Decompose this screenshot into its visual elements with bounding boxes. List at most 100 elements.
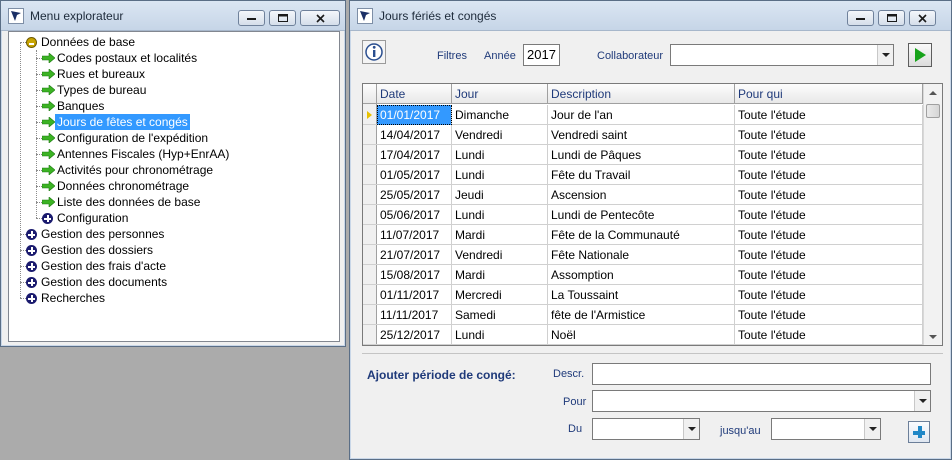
table-cell[interactable]: 01/05/2017 xyxy=(377,165,452,185)
year-input[interactable]: 2017 xyxy=(523,44,560,66)
table-cell[interactable]: Vendredi xyxy=(452,245,548,265)
table-cell[interactable]: Lundi de Pentecôte xyxy=(548,205,735,225)
chevron-down-icon[interactable] xyxy=(683,419,699,439)
tree-item[interactable]: Rues et bureaux xyxy=(9,66,339,82)
tree-item[interactable]: Antennes Fiscales (Hyp+EnrAA) xyxy=(9,146,339,162)
table-cell[interactable]: Jeudi xyxy=(452,185,548,205)
table-cell[interactable]: 21/07/2017 xyxy=(377,245,452,265)
table-cell[interactable]: Vendredi saint xyxy=(548,125,735,145)
table-cell[interactable]: Toute l'étude xyxy=(735,185,923,205)
table-row[interactable]: 14/04/2017 Vendredi Vendredi saint Toute l'… xyxy=(363,125,923,145)
tree-item-label[interactable]: Antennes Fiscales (Hyp+EnrAA) xyxy=(55,146,231,162)
table-cell[interactable]: Toute l'étude xyxy=(735,205,923,225)
table-row[interactable]: 25/05/2017 Jeudi Ascension Toute l'étude xyxy=(363,185,923,205)
expand-icon[interactable] xyxy=(26,245,37,256)
table-cell[interactable]: Fête du Travail xyxy=(548,165,735,185)
tree-item[interactable]: Activités pour chronométrage xyxy=(9,162,339,178)
tree-item-label[interactable]: Gestion des dossiers xyxy=(39,242,155,258)
tree-item[interactable]: Gestion des dossiers xyxy=(9,242,339,258)
tree-item[interactable]: Types de bureau xyxy=(9,82,339,98)
close-button[interactable] xyxy=(300,10,340,26)
tree-item[interactable]: Données de base xyxy=(9,34,339,50)
table-row[interactable]: 11/11/2017 Samedi fête de l'Armistice Toute… xyxy=(363,305,923,325)
table-cell[interactable]: Toute l'étude xyxy=(735,165,923,185)
table-row[interactable]: 25/12/2017 Lundi Noël Toute l'étude xyxy=(363,325,923,345)
add-period-button[interactable] xyxy=(908,421,930,443)
expand-icon[interactable] xyxy=(26,293,37,304)
tree-item[interactable]: Banques xyxy=(9,98,339,114)
collaborator-select[interactable] xyxy=(670,44,894,66)
table-row[interactable]: 15/08/2017 Mardi Assomption Toute l'étude xyxy=(363,265,923,285)
table-row[interactable]: 17/04/2017 Lundi Lundi de Pâques Toute l'ét… xyxy=(363,145,923,165)
table-cell[interactable]: Assomption xyxy=(548,265,735,285)
column-header-description[interactable]: Description xyxy=(548,84,735,104)
collapse-icon[interactable] xyxy=(26,37,37,48)
pour-select[interactable] xyxy=(592,390,931,412)
chevron-down-icon[interactable] xyxy=(864,419,880,439)
expand-icon[interactable] xyxy=(26,261,37,272)
tree-item[interactable]: Jours de fêtes et congés xyxy=(9,114,339,130)
table-cell[interactable]: 15/08/2017 xyxy=(377,265,452,285)
table-cell[interactable]: Vendredi xyxy=(452,125,548,145)
table-row[interactable]: 11/07/2017 Mardi Fête de la Communauté Tout… xyxy=(363,225,923,245)
tree-item-label[interactable]: Liste des données de base xyxy=(55,194,202,210)
minimize-button[interactable] xyxy=(238,10,265,26)
restore-button[interactable] xyxy=(878,10,905,26)
table-cell[interactable]: 11/07/2017 xyxy=(377,225,452,245)
table-cell[interactable]: 11/11/2017 xyxy=(377,305,452,325)
table-cell[interactable]: 05/06/2017 xyxy=(377,205,452,225)
tree-item[interactable]: Données chronométrage xyxy=(9,178,339,194)
tree-item[interactable]: Recherches xyxy=(9,290,339,306)
expand-icon[interactable] xyxy=(42,213,53,224)
table-cell[interactable]: Fête Nationale xyxy=(548,245,735,265)
tree-item-label[interactable]: Données chronométrage xyxy=(55,178,191,194)
scroll-thumb[interactable] xyxy=(926,104,940,118)
info-button[interactable] xyxy=(362,40,386,64)
tree-item[interactable]: Gestion des personnes xyxy=(9,226,339,242)
table-cell[interactable]: 25/12/2017 xyxy=(377,325,452,345)
table-cell[interactable]: Toute l'étude xyxy=(735,125,923,145)
column-header-date[interactable]: Date xyxy=(377,84,452,104)
tree-item-label[interactable]: Recherches xyxy=(39,290,107,306)
tree-item-label[interactable]: Configuration de l'expédition xyxy=(55,130,210,146)
descr-input[interactable] xyxy=(592,363,931,385)
chevron-down-icon[interactable] xyxy=(877,45,893,65)
tree-item-label[interactable]: Données de base xyxy=(39,34,137,50)
close-button[interactable] xyxy=(909,10,936,26)
tree-item-label[interactable]: Codes postaux et localités xyxy=(55,50,199,66)
table-row[interactable]: 01/11/2017 Mercredi La Toussaint Toute l'ét… xyxy=(363,285,923,305)
table-cell[interactable]: Lundi de Pâques xyxy=(548,145,735,165)
restore-button[interactable] xyxy=(269,10,296,26)
table-cell[interactable]: Mardi xyxy=(452,225,548,245)
table-cell[interactable]: Toute l'étude xyxy=(735,265,923,285)
table-row[interactable]: 05/06/2017 Lundi Lundi de Pentecôte Toute l… xyxy=(363,205,923,225)
tree-item-label[interactable]: Banques xyxy=(55,98,106,114)
table-cell[interactable]: fête de l'Armistice xyxy=(548,305,735,325)
table-cell[interactable]: Toute l'étude xyxy=(735,245,923,265)
table-cell[interactable]: Noël xyxy=(548,325,735,345)
tree-item-label[interactable]: Gestion des personnes xyxy=(39,226,166,242)
tree-item-label[interactable]: Types de bureau xyxy=(55,82,148,98)
tree-item[interactable]: Codes postaux et localités xyxy=(9,50,339,66)
table-cell[interactable]: 01/01/2017 xyxy=(377,105,452,125)
table-cell[interactable]: Lundi xyxy=(452,165,548,185)
table-cell[interactable]: Lundi xyxy=(452,145,548,165)
table-cell[interactable]: 14/04/2017 xyxy=(377,125,452,145)
tree-item-label[interactable]: Rues et bureaux xyxy=(55,66,147,82)
tree-item-label[interactable]: Jours de fêtes et congés xyxy=(55,114,190,130)
tree-item[interactable]: Configuration xyxy=(9,210,339,226)
minimize-button[interactable] xyxy=(847,10,874,26)
table-row[interactable]: 21/07/2017 Vendredi Fête Nationale Toute l'… xyxy=(363,245,923,265)
tree-item[interactable]: Configuration de l'expédition xyxy=(9,130,339,146)
table-cell[interactable]: Lundi xyxy=(452,325,548,345)
table-cell[interactable]: Fête de la Communauté xyxy=(548,225,735,245)
table-cell[interactable]: Toute l'étude xyxy=(735,225,923,245)
expand-icon[interactable] xyxy=(26,277,37,288)
date-to-picker[interactable] xyxy=(771,418,881,440)
table-cell[interactable]: Mercredi xyxy=(452,285,548,305)
tree-item-label[interactable]: Activités pour chronométrage xyxy=(55,162,215,178)
tree-item-label[interactable]: Gestion des documents xyxy=(39,274,169,290)
tree-item[interactable]: Gestion des frais d'acte xyxy=(9,258,339,274)
run-filter-button[interactable] xyxy=(908,43,932,67)
table-cell[interactable]: Toute l'étude xyxy=(735,145,923,165)
